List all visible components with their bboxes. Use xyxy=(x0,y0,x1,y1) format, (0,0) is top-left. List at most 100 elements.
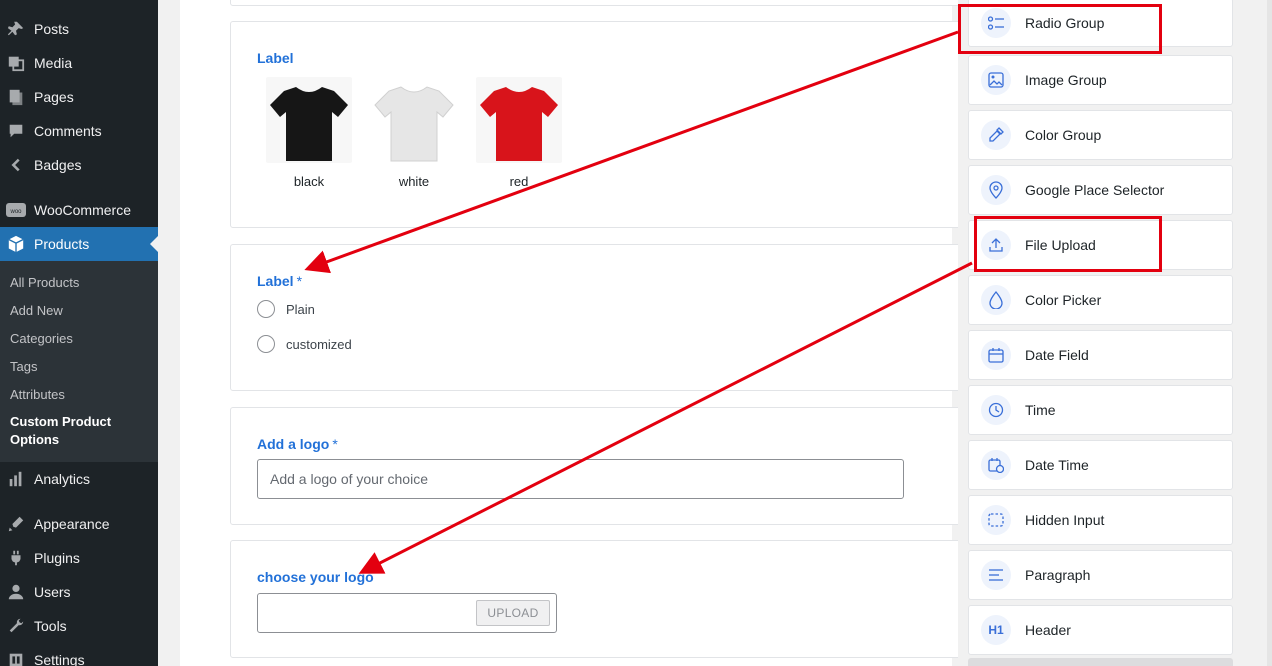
palette-scrollbar[interactable] xyxy=(1267,0,1272,666)
highlight-radio-group xyxy=(958,4,1162,54)
image-option-caption: white xyxy=(398,174,430,189)
palette-item-label: Time xyxy=(1025,402,1056,418)
sidebar-item-label: Media xyxy=(34,55,73,71)
dashed-box-icon xyxy=(981,505,1011,535)
image-option-black[interactable] xyxy=(266,77,352,163)
sidebar-item-settings[interactable]: Settings xyxy=(0,643,158,666)
pin-icon xyxy=(6,19,26,39)
input-placeholder: Add a logo of your choice xyxy=(270,471,428,487)
required-asterisk: * xyxy=(296,273,303,289)
badges-icon xyxy=(6,155,26,175)
active-indicator xyxy=(150,236,158,252)
radio-option-plain[interactable]: Plain xyxy=(257,300,315,318)
radio-circle[interactable] xyxy=(257,300,275,318)
image-group-card[interactable]: Label black white red xyxy=(230,21,964,228)
file-upload-input[interactable]: UPLOAD xyxy=(257,593,557,633)
submenu-item-all-products[interactable]: All Products xyxy=(10,275,79,290)
palette-item-color-group[interactable]: Color Group xyxy=(968,110,1233,160)
woocommerce-icon: woo xyxy=(6,200,26,220)
sidebar-item-users[interactable]: Users xyxy=(0,575,158,609)
sidebar-item-posts[interactable]: Posts xyxy=(0,12,158,46)
sidebar-item-label: Posts xyxy=(34,21,70,37)
text-field-card[interactable]: Add a logo * Add a logo of your choice xyxy=(230,407,964,525)
field-label: choose your logo xyxy=(257,569,374,585)
sidebar-item-label: Settings xyxy=(34,652,85,666)
palette-item-label: Color Picker xyxy=(1025,292,1102,308)
tshirt-image xyxy=(266,77,352,163)
sidebar-item-badges[interactable]: Badges xyxy=(0,148,158,182)
calendar-icon xyxy=(981,340,1011,370)
palette-item-date-time[interactable]: Date Time xyxy=(968,440,1233,490)
palette-item-label: Google Place Selector xyxy=(1025,182,1165,198)
palette-item-image-group[interactable]: Image Group xyxy=(968,55,1233,105)
comments-icon xyxy=(6,121,26,141)
palette-item-hidden-input[interactable]: Hidden Input xyxy=(968,495,1233,545)
palette-item-label: Paragraph xyxy=(1025,567,1091,583)
paragraph-lines-icon xyxy=(981,560,1011,590)
file-upload-card[interactable]: choose your logo UPLOAD xyxy=(230,540,964,658)
settings-icon xyxy=(6,650,26,666)
palette-item-label: Date Time xyxy=(1025,457,1089,473)
upload-button[interactable]: UPLOAD xyxy=(476,600,550,626)
products-icon xyxy=(6,234,26,254)
palette-item-header[interactable]: H1 Header xyxy=(968,605,1233,655)
radio-circle[interactable] xyxy=(257,335,275,353)
pages-icon xyxy=(6,87,26,107)
field-card[interactable] xyxy=(230,0,964,6)
field-label: Add a logo * xyxy=(257,436,338,452)
sidebar-item-label: Products xyxy=(34,236,90,252)
sidebar-item-pages[interactable]: Pages xyxy=(0,80,158,114)
submenu-item-attributes[interactable]: Attributes xyxy=(10,387,65,402)
form-builder-main: Label black white red Label * Plain cust… xyxy=(158,0,964,666)
palette-item-date-field[interactable]: Date Field xyxy=(968,330,1233,380)
palette-item-paragraph[interactable]: Paragraph xyxy=(968,550,1233,600)
submenu-item-custom-product-options[interactable]: Custom Product Options xyxy=(10,413,130,449)
tshirt-image xyxy=(371,77,457,163)
image-option-red[interactable] xyxy=(476,77,562,163)
sidebar-item-label: Appearance xyxy=(34,516,110,532)
sidebar-item-media[interactable]: Media xyxy=(0,46,158,80)
appearance-icon xyxy=(6,514,26,534)
tshirt-image xyxy=(476,77,562,163)
palette-item-label: Header xyxy=(1025,622,1071,638)
palette-item-color-picker[interactable]: Color Picker xyxy=(968,275,1233,325)
radio-option-customized[interactable]: customized xyxy=(257,335,352,353)
submenu-item-tags[interactable]: Tags xyxy=(10,359,37,374)
required-asterisk: * xyxy=(332,436,338,452)
clock-icon xyxy=(981,395,1011,425)
field-label: Label xyxy=(257,50,294,66)
sidebar-item-analytics[interactable]: Analytics xyxy=(0,462,158,496)
sidebar-item-label: Badges xyxy=(34,157,82,173)
sidebar-item-tools[interactable]: Tools xyxy=(0,609,158,643)
sidebar-item-appearance[interactable]: Appearance xyxy=(0,507,158,541)
form-canvas: Label black white red Label * Plain cust… xyxy=(180,0,964,666)
palette-item-label: Image Group xyxy=(1025,72,1107,88)
submenu-item-categories[interactable]: Categories xyxy=(10,331,73,346)
sidebar-item-woocommerce[interactable]: woo WooCommerce xyxy=(0,193,158,227)
sidebar-item-plugins[interactable]: Plugins xyxy=(0,541,158,575)
radio-label: Plain xyxy=(286,301,315,317)
sidebar-item-comments[interactable]: Comments xyxy=(0,114,158,148)
field-label: Label * xyxy=(257,273,303,289)
plugins-icon xyxy=(6,548,26,568)
logo-text-input[interactable]: Add a logo of your choice xyxy=(257,459,904,499)
sidebar-item-label: Comments xyxy=(34,123,102,139)
radio-group-card[interactable]: Label * Plain customized xyxy=(230,244,964,391)
radio-label: customized xyxy=(286,336,352,352)
palette-item-time[interactable]: Time xyxy=(968,385,1233,435)
sidebar-item-label: Pages xyxy=(34,89,74,105)
sidebar-item-label: Tools xyxy=(34,618,67,634)
image-option-caption: red xyxy=(509,174,529,189)
palette-item-label: Date Field xyxy=(1025,347,1089,363)
submenu-item-add-new[interactable]: Add New xyxy=(10,303,63,318)
image-icon xyxy=(981,65,1011,95)
palette-item-google-place-selector[interactable]: Google Place Selector xyxy=(968,165,1233,215)
image-option-white[interactable] xyxy=(371,77,457,163)
field-palette: Radio Group Image Group Color Group Goog… xyxy=(958,0,1272,666)
users-icon xyxy=(6,582,26,602)
sidebar-item-label: Users xyxy=(34,584,71,600)
tools-icon xyxy=(6,616,26,636)
sidebar-item-label: Plugins xyxy=(34,550,80,566)
palette-item-partial[interactable] xyxy=(968,658,1233,666)
sidebar-item-products[interactable]: Products xyxy=(0,227,158,261)
